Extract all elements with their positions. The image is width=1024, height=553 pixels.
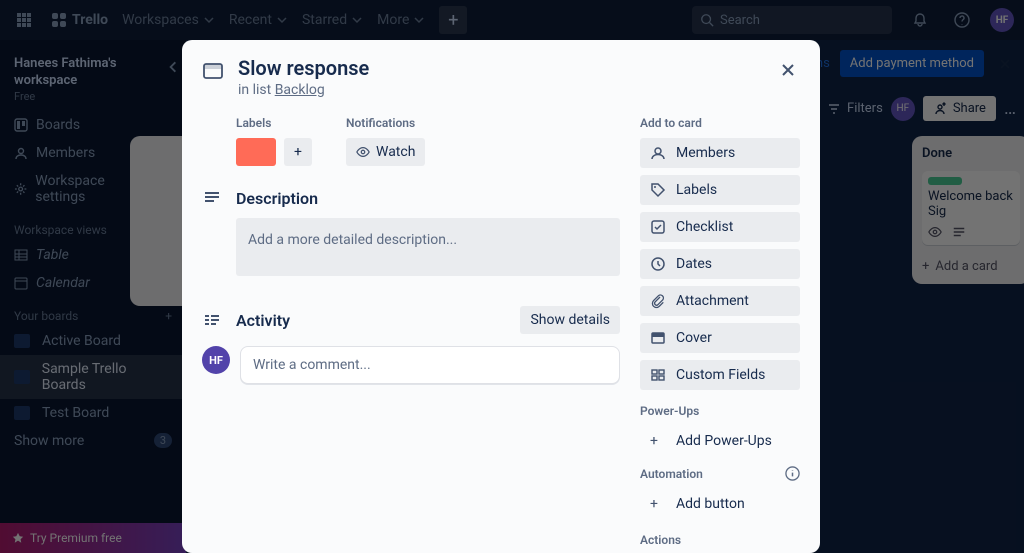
description-icon [202, 188, 222, 208]
description-placeholder: Add a more detailed description... [248, 232, 457, 248]
close-modal-button[interactable] [772, 54, 804, 86]
side-dates-button[interactable]: Dates [640, 249, 800, 279]
card-modal: Slow response in list Backlog Labels + [182, 40, 820, 553]
description-header: Description [236, 189, 318, 208]
add-label-button[interactable]: + [284, 138, 312, 166]
cover-icon [650, 330, 666, 346]
comment-placeholder: Write a comment... [253, 357, 371, 373]
add-automation-button[interactable]: + Add button [640, 489, 800, 519]
list-link[interactable]: Backlog [275, 82, 325, 98]
automation-info-icon[interactable] [785, 466, 800, 481]
side-checklist-button[interactable]: Checklist [640, 212, 800, 242]
side-members-button[interactable]: Members [640, 138, 800, 168]
labels-icon [650, 182, 666, 198]
side-custom-fields-button[interactable]: Custom Fields [640, 360, 800, 390]
comment-input[interactable]: Write a comment... [240, 346, 620, 384]
show-details-button[interactable]: Show details [520, 306, 620, 334]
side-cover-button[interactable]: Cover [640, 323, 800, 353]
plus-icon: + [650, 496, 666, 512]
add-powerups-button[interactable]: + Add Power-Ups [640, 426, 800, 456]
add-to-card-header: Add to card [640, 116, 800, 130]
comment-avatar: HF [202, 346, 230, 374]
eye-icon [356, 145, 370, 159]
description-input[interactable]: Add a more detailed description... [236, 218, 620, 276]
members-icon [650, 145, 666, 161]
powerups-header: Power-Ups [640, 404, 800, 418]
activity-icon [202, 310, 222, 330]
activity-header: Activity [236, 311, 290, 330]
watch-button[interactable]: Watch [346, 138, 425, 166]
fields-icon [650, 367, 666, 383]
card-title[interactable]: Slow response [238, 56, 369, 80]
actions-header: Actions [640, 533, 800, 547]
in-list-prefix: in list [238, 82, 275, 98]
label-chip-red[interactable] [236, 138, 276, 166]
attachment-icon [650, 293, 666, 309]
plus-icon: + [650, 433, 666, 449]
card-icon [202, 60, 224, 82]
side-labels-button[interactable]: Labels [640, 175, 800, 205]
card-side-panel: Add to card Members Labels Checklist Dat… [640, 116, 800, 553]
side-attachment-button[interactable]: Attachment [640, 286, 800, 316]
checklist-icon [650, 219, 666, 235]
automation-header: Automation [640, 467, 703, 481]
notifications-header: Notifications [346, 116, 425, 130]
clock-icon [650, 256, 666, 272]
labels-header: Labels [236, 116, 312, 130]
